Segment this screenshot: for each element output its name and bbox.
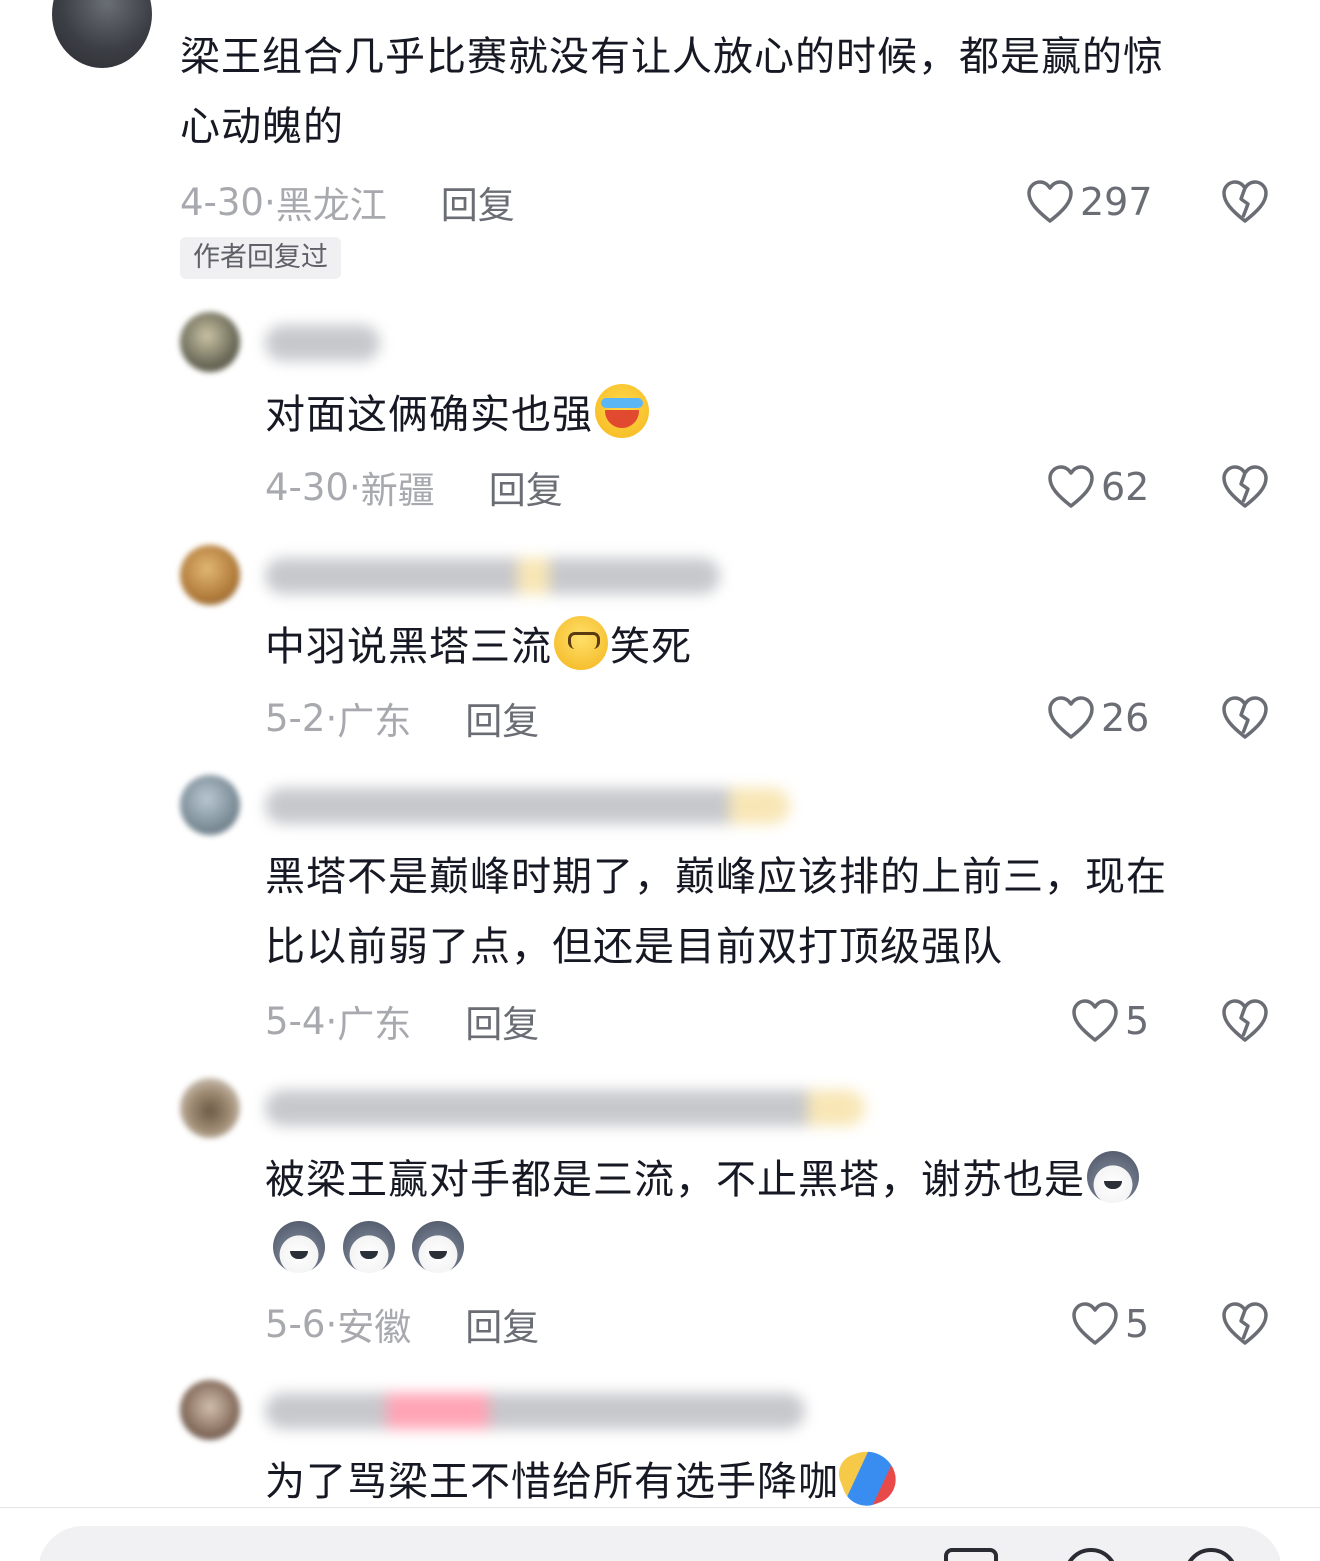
like-count: 26 <box>1101 696 1150 740</box>
comment-location: 新疆 <box>360 469 435 512</box>
comment-date: 5-2 <box>265 696 326 740</box>
heart-icon <box>1027 180 1073 223</box>
comment-meta: 4-30 · 新疆 回复 <box>265 460 563 514</box>
like-button[interactable]: 5 <box>1071 996 1149 1046</box>
husky-dog-emoji-icon <box>412 1221 465 1273</box>
broken-heart-icon <box>1222 1302 1268 1345</box>
broken-heart-icon <box>1222 465 1268 508</box>
comment-meta: 5-4 · 广东 回复 <box>265 994 539 1048</box>
avatar[interactable] <box>52 0 152 68</box>
comment-date: 5-4 <box>265 999 326 1043</box>
reply-button[interactable]: 回复 <box>489 460 563 514</box>
dislike-button[interactable] <box>1220 1299 1270 1349</box>
heart-icon <box>1072 999 1118 1042</box>
like-count: 5 <box>1125 1302 1150 1346</box>
like-button[interactable]: 297 <box>1026 177 1153 227</box>
username-blurred[interactable] <box>265 325 380 361</box>
comment-text: 被梁王赢对手都是三流，不止黑塔，谢苏也是 <box>265 1145 1141 1285</box>
like-count: 5 <box>1125 999 1150 1043</box>
dislike-button[interactable] <box>1220 693 1270 743</box>
comment-meta: 5-2 · 广东 回复 <box>265 691 539 745</box>
broken-heart-icon <box>1222 696 1268 739</box>
husky-dog-emoji-icon <box>1087 1151 1139 1203</box>
reply-button[interactable]: 回复 <box>441 175 515 229</box>
image-icon[interactable] <box>944 1548 998 1561</box>
comment-location: 广东 <box>337 1003 412 1046</box>
comment-text: 梁王组合几乎比赛就没有让人放心的时候，都是赢的惊 心动魄的 <box>180 34 1164 150</box>
username-blurred[interactable] <box>265 1090 865 1126</box>
heart-icon <box>1048 696 1094 739</box>
dislike-button[interactable] <box>1220 996 1270 1046</box>
comment-meta: 5-6 · 安徽 回复 <box>265 1297 539 1351</box>
username-blurred[interactable] <box>265 558 720 594</box>
like-count: 62 <box>1101 465 1150 509</box>
comment-date: 4-30 <box>180 180 264 224</box>
like-button[interactable]: 5 <box>1071 1299 1149 1349</box>
avatar[interactable] <box>180 1380 240 1440</box>
comment-text: 黑塔不是巅峰时期了，巅峰应该排的上前三，现在 比以前弱了点，但还是目前双打顶级强… <box>265 854 1167 970</box>
comment-location: 黑龙江 <box>275 184 387 227</box>
falling-man-emoji-icon <box>833 1443 903 1513</box>
heart-icon <box>1048 465 1094 508</box>
comment-text: 对面这俩确实也强 <box>265 380 651 450</box>
username-blurred[interactable] <box>265 788 790 824</box>
like-button[interactable]: 62 <box>1047 462 1149 512</box>
husky-dog-emoji-icon <box>342 1221 395 1273</box>
dislike-button[interactable] <box>1220 177 1270 227</box>
comment-location: 广东 <box>337 700 412 743</box>
broken-heart-icon <box>1222 180 1268 223</box>
username-blurred[interactable] <box>265 1393 805 1429</box>
comment-location: 安徽 <box>337 1306 412 1349</box>
like-count: 297 <box>1080 180 1153 224</box>
broken-heart-icon <box>1222 999 1268 1042</box>
avatar[interactable] <box>180 1078 240 1138</box>
comment-date: 4-30 <box>265 465 349 509</box>
comment-text: 中羽说黑塔三流 笑死 <box>265 612 692 682</box>
thinking-emoji-icon <box>554 616 608 670</box>
heart-icon <box>1072 1302 1118 1345</box>
reply-button[interactable]: 回复 <box>465 691 539 745</box>
author-replied-badge: 作者回复过 <box>180 237 341 279</box>
dislike-button[interactable] <box>1220 462 1270 512</box>
avatar[interactable] <box>180 545 240 605</box>
reply-button[interactable]: 回复 <box>465 994 539 1048</box>
divider <box>0 1507 1320 1508</box>
avatar[interactable] <box>180 775 240 835</box>
reply-button[interactable]: 回复 <box>465 1297 539 1351</box>
comment-meta: 4-30 · 黑龙江 回复 <box>180 175 515 229</box>
laughing-crying-emoji-icon <box>595 384 649 438</box>
like-button[interactable]: 26 <box>1047 693 1149 743</box>
husky-dog-emoji-icon <box>273 1221 325 1273</box>
comment-date: 5-6 <box>265 1302 326 1346</box>
avatar[interactable] <box>180 312 240 372</box>
